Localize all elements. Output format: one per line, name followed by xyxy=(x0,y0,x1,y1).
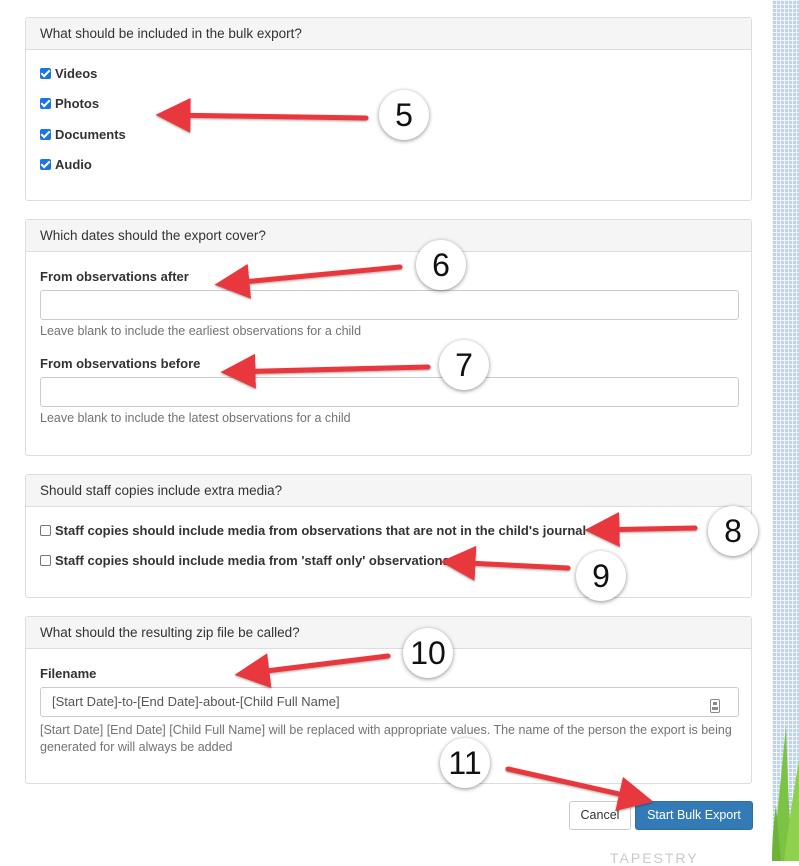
callout-6: 6 xyxy=(416,240,466,290)
documents-checkbox-row[interactable]: Documents xyxy=(40,127,126,142)
callout-5: 5 xyxy=(379,90,429,140)
videos-label: Videos xyxy=(55,66,98,81)
dates-panel: Which dates should the export cover? Fro… xyxy=(25,219,752,456)
documents-label: Documents xyxy=(55,127,126,142)
videos-checkbox[interactable] xyxy=(40,68,51,79)
photos-checkbox-row[interactable]: Photos xyxy=(40,96,99,111)
filename-help: [Start Date] [End Date] [Child Full Name… xyxy=(40,723,732,754)
documents-checkbox[interactable] xyxy=(40,129,51,140)
staff-not-in-journal-row[interactable]: Staff copies should include media from o… xyxy=(40,523,586,538)
photos-label: Photos xyxy=(55,96,100,111)
before-date-input[interactable] xyxy=(40,377,739,407)
filename-value: [Start Date]-to-[End Date]-about-[Child … xyxy=(52,694,340,709)
audio-label: Audio xyxy=(55,157,92,172)
brand-logo-text: TAPESTRY xyxy=(610,850,699,866)
audio-checkbox[interactable] xyxy=(40,159,51,170)
before-date-help: Leave blank to include the latest observ… xyxy=(40,411,351,425)
background-pattern-strip xyxy=(772,0,799,861)
staff-not-in-journal-checkbox[interactable] xyxy=(40,525,51,536)
callout-10: 10 xyxy=(403,628,453,678)
after-date-label: From observations after xyxy=(40,269,189,284)
staff-not-in-journal-label: Staff copies should include media from o… xyxy=(55,523,587,538)
callout-8: 8 xyxy=(708,506,758,556)
start-bulk-export-button[interactable]: Start Bulk Export xyxy=(635,801,753,830)
cancel-button[interactable]: Cancel xyxy=(569,801,631,830)
staff-only-checkbox[interactable] xyxy=(40,555,51,566)
filename-input[interactable]: [Start Date]-to-[End Date]-about-[Child … xyxy=(40,687,739,717)
photos-checkbox[interactable] xyxy=(40,98,51,109)
after-date-help: Leave blank to include the earliest obse… xyxy=(40,324,362,338)
callout-9: 9 xyxy=(576,551,626,601)
callout-11: 11 xyxy=(440,738,490,788)
callout-7: 7 xyxy=(439,340,489,390)
zip-panel-heading: What should the resulting zip file be ca… xyxy=(26,617,751,649)
staff-panel-heading: Should staff copies include extra media? xyxy=(26,475,751,507)
zip-panel: What should the resulting zip file be ca… xyxy=(25,616,752,784)
staff-only-label: Staff copies should include media from '… xyxy=(55,553,450,568)
audio-checkbox-row[interactable]: Audio xyxy=(40,157,92,172)
autofill-icon[interactable] xyxy=(710,695,720,723)
include-panel-heading: What should be included in the bulk expo… xyxy=(26,18,751,50)
filename-label: Filename xyxy=(40,666,97,681)
staff-only-row[interactable]: Staff copies should include media from '… xyxy=(40,553,450,568)
videos-checkbox-row[interactable]: Videos xyxy=(40,66,97,81)
before-date-label: From observations before xyxy=(40,356,201,371)
dates-panel-heading: Which dates should the export cover? xyxy=(26,220,751,252)
staff-panel: Should staff copies include extra media?… xyxy=(25,474,752,598)
after-date-input[interactable] xyxy=(40,290,739,320)
